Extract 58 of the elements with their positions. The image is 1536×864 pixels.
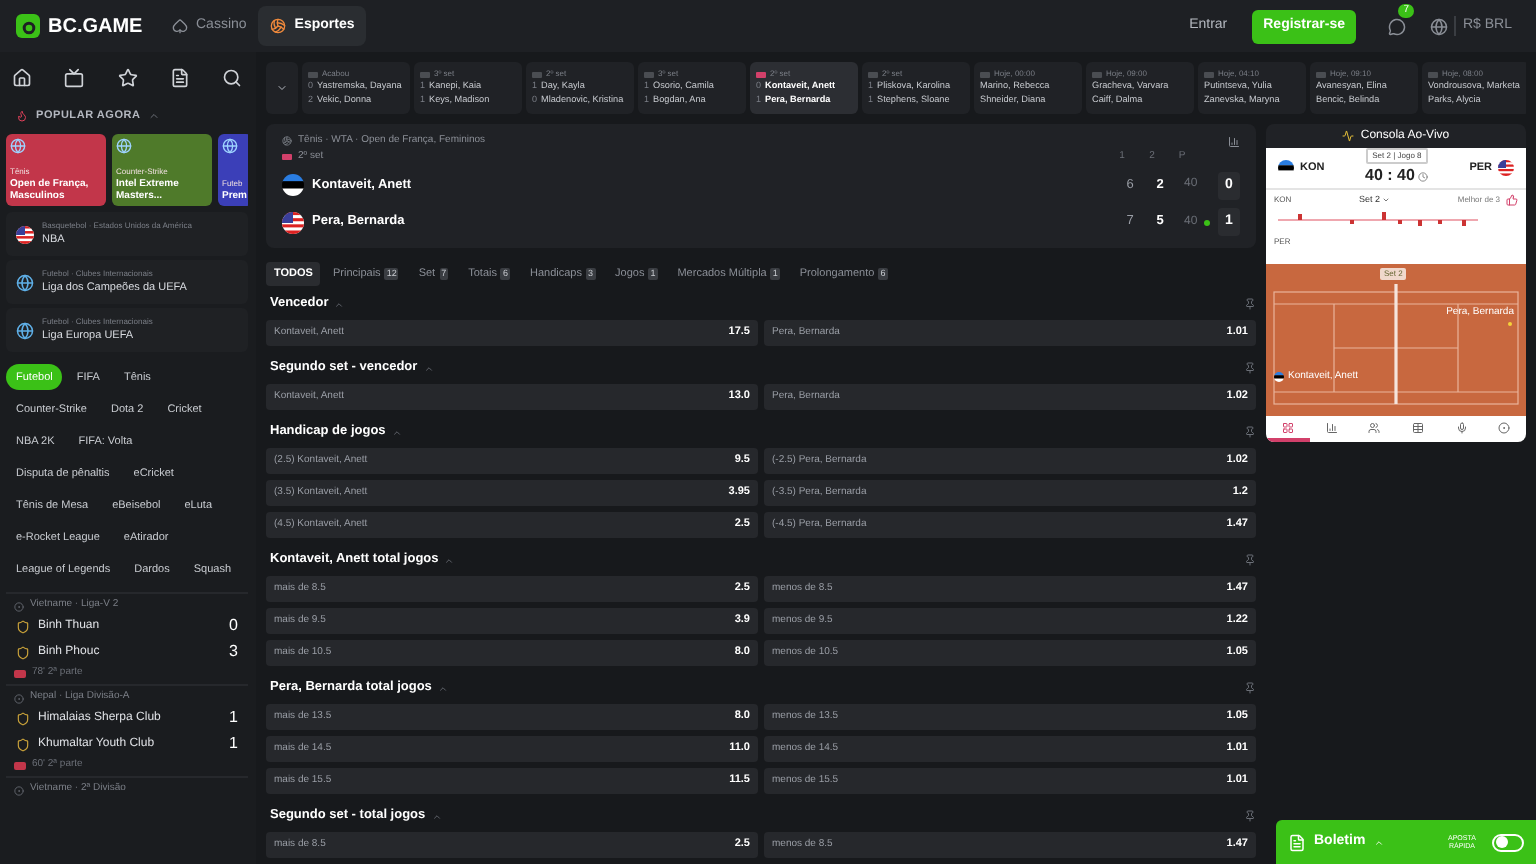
caret-icon (1373, 837, 1384, 847)
pin-icon[interactable] (1244, 362, 1256, 374)
document-icon (1288, 833, 1306, 851)
people-icon (1368, 421, 1381, 433)
flag-icon (282, 211, 304, 234)
tv-icon[interactable] (64, 68, 85, 88)
star-icon[interactable] (117, 68, 137, 88)
globe-icon (222, 138, 238, 155)
team-score: 0 (229, 614, 238, 639)
pin-icon[interactable] (1244, 426, 1256, 438)
club-badge-icon (16, 737, 30, 752)
team-score: 1 (229, 706, 238, 731)
team-score: 3 (229, 640, 238, 665)
globe-icon (16, 321, 34, 340)
pin-icon[interactable] (1244, 554, 1256, 566)
live-icon (282, 153, 292, 160)
document-icon[interactable] (169, 68, 190, 88)
globe-icon (10, 138, 26, 155)
quick-bet-toggle[interactable] (1492, 833, 1524, 851)
pin-icon[interactable] (1244, 682, 1256, 694)
globe-icon (116, 138, 132, 155)
collapse-icon[interactable] (437, 683, 448, 693)
collapse-icon[interactable] (431, 811, 442, 821)
collapse-icon[interactable] (334, 299, 345, 309)
home-icon[interactable] (12, 68, 32, 88)
language-icon[interactable] (1430, 17, 1449, 35)
flag-icon (1498, 160, 1514, 176)
collapse-icon[interactable] (444, 555, 455, 565)
bar-chart-icon (1325, 421, 1337, 433)
pin-icon[interactable] (1244, 810, 1256, 822)
collapse-icon[interactable] (391, 427, 402, 437)
club-badge-icon (16, 619, 30, 634)
game-score: 40 : 40 (1365, 164, 1415, 188)
microphone-icon (1455, 421, 1468, 433)
clock-icon (1418, 171, 1429, 181)
stats-icon[interactable] (1228, 135, 1240, 148)
flag-icon (282, 174, 304, 197)
logo-text: BC.GAME (48, 13, 143, 41)
collapse-icon[interactable] (423, 363, 434, 373)
flag-icon (1274, 372, 1284, 383)
globe-icon (16, 273, 34, 292)
live-icon (14, 669, 26, 677)
chat-icon[interactable] (1388, 17, 1407, 35)
search-icon[interactable] (222, 68, 242, 88)
caret-icon (276, 82, 288, 94)
flag-icon (16, 225, 34, 244)
serve-indicator (1204, 219, 1210, 226)
table-icon (1411, 421, 1424, 433)
live-icon (14, 761, 26, 769)
flag-icon (1278, 160, 1294, 176)
activity-icon (1342, 130, 1355, 142)
flame-icon (16, 110, 28, 123)
logo-icon (16, 14, 40, 38)
pin-icon[interactable] (1244, 298, 1256, 310)
thumbs-up-icon[interactable] (1506, 194, 1518, 207)
team-score: 1 (229, 732, 238, 757)
club-badge-icon (16, 711, 30, 726)
club-badge-icon (16, 645, 30, 660)
